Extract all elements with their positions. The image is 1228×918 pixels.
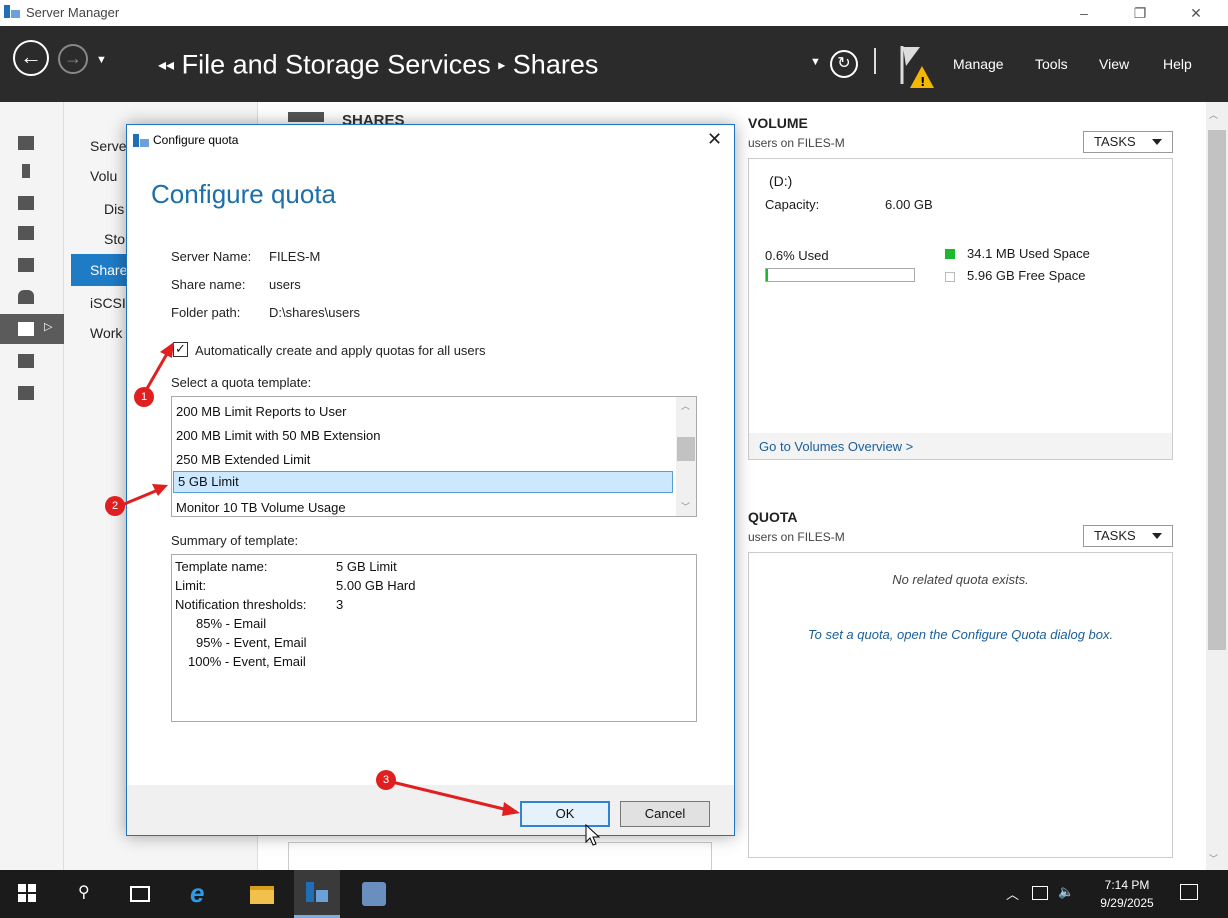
internet-explorer-icon[interactable]: e	[190, 878, 210, 908]
network-app-icon[interactable]	[362, 882, 386, 906]
server-manager-taskbar-button[interactable]	[294, 870, 340, 918]
task-view-icon[interactable]	[130, 886, 150, 902]
search-icon[interactable]: ⚲	[78, 882, 98, 902]
annotation-arrows	[121, 342, 520, 816]
annotation-marker-3: 3	[376, 770, 396, 790]
taskbar-clock[interactable]: 7:14 PM 9/29/2025	[1094, 876, 1160, 912]
start-windows-icon[interactable]	[18, 884, 38, 904]
annotation-marker-2: 2	[105, 496, 125, 516]
network-tray-icon[interactable]	[1032, 886, 1048, 900]
clock-time: 7:14 PM	[1104, 878, 1150, 892]
file-explorer-icon[interactable]	[250, 886, 274, 904]
notifications-icon[interactable]	[1180, 884, 1198, 900]
volume-muted-icon[interactable]: 🔈	[1058, 884, 1074, 900]
clock-date: 9/29/2025	[1100, 896, 1154, 910]
annotation-marker-1: 1	[134, 387, 154, 407]
show-hidden-icons-chevron[interactable]: ︿	[1006, 884, 1019, 903]
mouse-cursor-icon	[585, 824, 601, 846]
taskbar: ⚲ e ︿ 🔈	[0, 870, 1228, 918]
